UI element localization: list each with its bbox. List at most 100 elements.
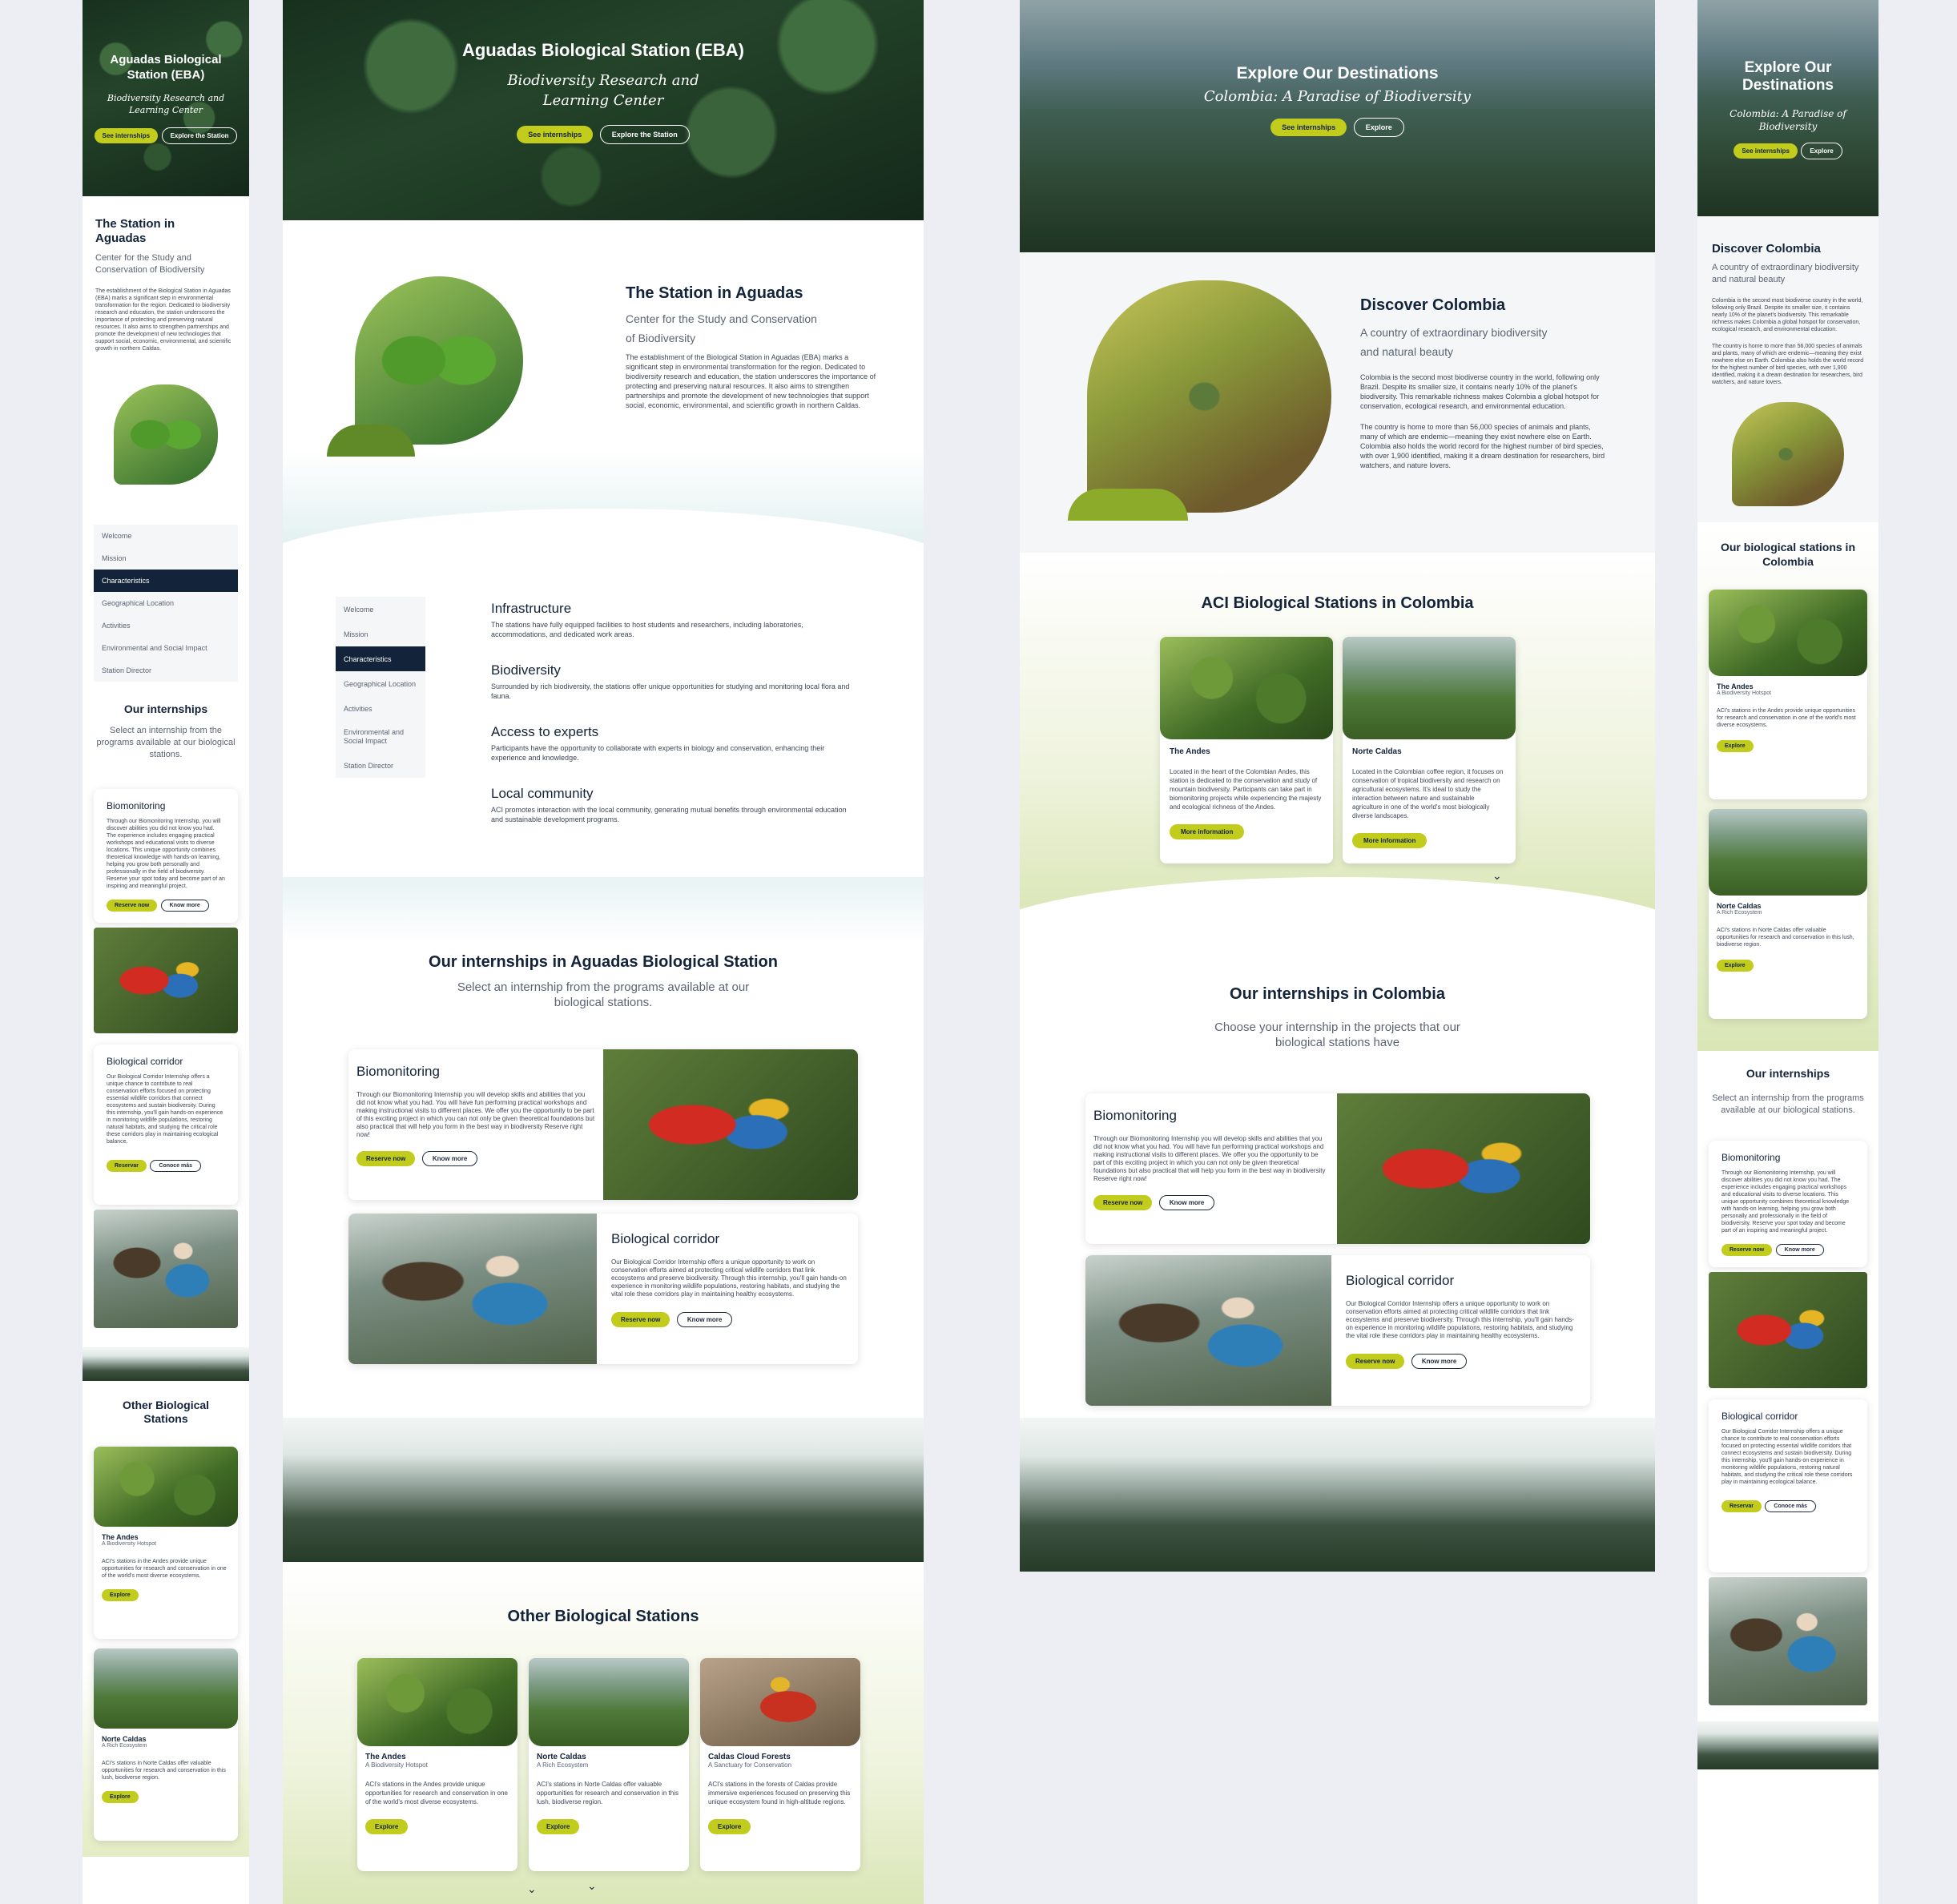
biomonitoring-title: Biomonitoring: [356, 1064, 440, 1079]
andes-image: [1160, 637, 1333, 739]
station-name: Norte Caldas: [1717, 902, 1762, 910]
know-more-button[interactable]: Know more: [676, 1312, 733, 1327]
station-name: Norte Caldas: [1352, 747, 1402, 756]
see-internships-button[interactable]: See internships: [94, 128, 159, 143]
reserve-now-button[interactable]: Reserve now: [1346, 1354, 1405, 1369]
explore-button[interactable]: Explore: [1717, 740, 1754, 752]
reserve-now-button[interactable]: Reserve now: [611, 1312, 670, 1327]
reservar-button[interactable]: Reservar: [1721, 1500, 1762, 1512]
internships-title: Our internships: [123, 702, 208, 715]
aci-card-norte-caldas: Norte Caldas Located in the Colombian co…: [1343, 637, 1516, 863]
menu-item-mission[interactable]: Mission: [336, 622, 425, 646]
andes-explore-button[interactable]: Explore: [102, 1589, 139, 1601]
station-text: ACI's stations in the Andes provide uniq…: [365, 1781, 508, 1805]
menu-item-characteristics[interactable]: Characteristics: [336, 646, 425, 671]
see-internships-button[interactable]: See internships: [517, 126, 594, 143]
bird-icon: ⌄: [587, 1879, 597, 1892]
more-information-button[interactable]: More information: [1170, 824, 1245, 839]
feature-biodiversity: Biodiversity Surrounded by rich biodiver…: [491, 662, 852, 724]
station-text: ACI's stations in the forests of Caldas …: [708, 1781, 851, 1805]
menu-item-activities[interactable]: Activities: [94, 614, 238, 637]
desktop-eba-page: Aguadas Biological Station (EBA) Biodive…: [283, 0, 924, 1904]
discover-subtitle: A country of extraordinary biodiversity …: [1712, 263, 1859, 284]
internships-title: Our internships in Aguadas Biological St…: [429, 953, 778, 971]
station-text: The establishment of the Biological Stat…: [95, 288, 232, 352]
corridor-text: Our Biological Corridor Internship offer…: [1346, 1300, 1574, 1339]
station-tag: A Sanctuary for Conservation: [708, 1761, 792, 1769]
hero-title: Aguadas Biological Station (EBA): [110, 53, 222, 82]
explore-button[interactable]: Explore: [1801, 143, 1842, 159]
station-title: The Station in Aguadas: [626, 284, 803, 302]
reserve-now-button[interactable]: Reserve now: [1721, 1244, 1773, 1256]
explore-button[interactable]: Explore: [1717, 960, 1754, 972]
internships-section: Our internships Select an internship fro…: [83, 682, 249, 761]
feature-infrastructure: Infrastructure The stations have fully e…: [491, 601, 852, 662]
features-list: Infrastructure The stations have fully e…: [491, 601, 852, 847]
corridor-text: Our Biological Corridor Internship offer…: [107, 1074, 223, 1145]
station-name: Caldas Cloud Forests: [708, 1753, 791, 1761]
menu-item-impact[interactable]: Environmental and Social Impact: [336, 721, 425, 753]
norte-caldas-name: Norte Caldas: [102, 1735, 147, 1743]
station-text: ACI's stations in Norte Caldas offer val…: [1717, 928, 1854, 948]
internships-section: Our internships in Aguadas Biological St…: [283, 877, 924, 1418]
know-more-button[interactable]: Know more: [1775, 1244, 1824, 1256]
station-tag: A Rich Ecosystem: [537, 1761, 589, 1769]
corridor-card: Biological corridor Our Biological Corri…: [348, 1214, 858, 1364]
reserve-now-button[interactable]: Reserve now: [107, 900, 158, 912]
explore-button[interactable]: Explore: [365, 1819, 409, 1834]
feature-text: Surrounded by rich biodiversity, the sta…: [491, 682, 850, 700]
menu-item-impact[interactable]: Environmental and Social Impact: [94, 637, 238, 659]
see-internships-button[interactable]: See internships: [1270, 119, 1347, 136]
explore-button[interactable]: Explore: [708, 1819, 751, 1834]
biomonitoring-text: Through our Biomonitoring Internship you…: [356, 1091, 595, 1138]
menu-item-mission[interactable]: Mission: [94, 547, 238, 570]
mountain-divider: [83, 1347, 249, 1381]
reservar-button[interactable]: Reservar: [107, 1160, 147, 1172]
norte-caldas-image: [1343, 637, 1516, 739]
aci-title: ACI Biological Stations in Colombia: [1201, 594, 1474, 612]
biomonitoring-card: Biomonitoring Through our Biomonitoring …: [94, 789, 238, 923]
explore-button[interactable]: Explore: [537, 1819, 580, 1834]
menu-item-activities[interactable]: Activities: [336, 696, 425, 721]
know-more-button[interactable]: Know more: [160, 900, 209, 912]
side-menu: Welcome Mission Characteristics Geograph…: [94, 525, 238, 682]
know-more-button[interactable]: Know more: [1411, 1354, 1468, 1369]
menu-item-characteristics[interactable]: Characteristics: [94, 570, 238, 592]
menu-item-location[interactable]: Geographical Location: [94, 592, 238, 614]
menu-item-director[interactable]: Station Director: [336, 753, 425, 778]
mountain-divider: [1020, 1418, 1655, 1572]
menu-item-welcome[interactable]: Welcome: [336, 597, 425, 622]
menu-item-location[interactable]: Geographical Location: [336, 671, 425, 696]
reserve-now-button[interactable]: Reserve now: [356, 1151, 416, 1166]
norte-caldas-image: [1709, 809, 1867, 896]
internships-subtitle: Select an internship from the programs a…: [457, 980, 750, 1009]
menu-item-welcome[interactable]: Welcome: [94, 525, 238, 547]
norte-caldas-image: [94, 1648, 238, 1729]
conoce-mas-button[interactable]: Conoce más: [1765, 1500, 1817, 1512]
discover-text-2: The country is home to more than 56,000 …: [1360, 423, 1605, 469]
station-card-andes: The Andes A Biodiversity Hotspot ACI's s…: [1709, 590, 1867, 799]
conoce-mas-button[interactable]: Conoce más: [150, 1160, 202, 1172]
side-menu: Welcome Mission Characteristics Geograph…: [336, 597, 425, 778]
more-information-button[interactable]: More information: [1352, 833, 1427, 848]
know-more-button[interactable]: Know more: [421, 1151, 478, 1166]
explore-station-button[interactable]: Explore the Station: [599, 125, 690, 144]
discover-title: Discover Colombia: [1360, 296, 1506, 314]
reserve-now-button[interactable]: Reserve now: [1093, 1195, 1153, 1210]
internships-title: Our internships in Colombia: [1230, 985, 1445, 1003]
explore-station-button[interactable]: Explore the Station: [161, 127, 238, 144]
hummingbird-image: [1087, 280, 1331, 513]
station-card-norte-caldas: Norte Caldas A Rich Ecosystem ACI's stat…: [529, 1658, 689, 1871]
biomonitoring-text: Through our Biomonitoring Internship, yo…: [1721, 1170, 1850, 1234]
see-internships-button[interactable]: See internships: [1734, 143, 1798, 159]
mobile-eba-page: Aguadas Biological Station (EBA) Biodive…: [83, 0, 249, 1904]
internships-subtitle: Select an internship from the programs a…: [1712, 1093, 1864, 1115]
mountain-divider: [1697, 1721, 1878, 1769]
other-stations-section: Other Biological Stations The Andes A Bi…: [83, 1381, 249, 1857]
know-more-button[interactable]: Know more: [1158, 1195, 1215, 1210]
norte-caldas-explore-button[interactable]: Explore: [102, 1791, 139, 1803]
menu-item-director[interactable]: Station Director: [94, 659, 238, 682]
explore-button[interactable]: Explore: [1353, 118, 1404, 137]
feature-title: Infrastructure: [491, 601, 572, 616]
feature-title: Local community: [491, 786, 594, 801]
